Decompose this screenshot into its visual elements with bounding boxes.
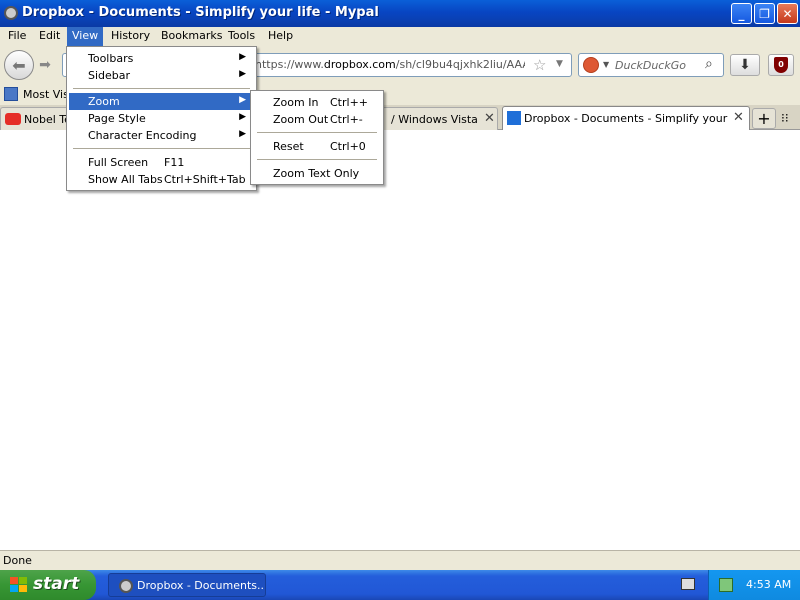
- menu-separator: [73, 148, 250, 149]
- new-tab-button[interactable]: +: [752, 108, 776, 129]
- page-content[interactable]: [0, 130, 800, 550]
- network-icon[interactable]: [719, 578, 733, 592]
- maximize-button[interactable]: ❐: [754, 3, 775, 24]
- close-window-button[interactable]: ✕: [777, 3, 798, 24]
- tab-nobel-tec[interactable]: Nobel Tec: [0, 107, 72, 130]
- shortcut-label: Ctrl+-: [330, 113, 363, 126]
- system-tray: 4:53 AM: [708, 570, 800, 600]
- mypal-icon: [4, 6, 18, 20]
- submenu-arrow-icon: ▶: [239, 112, 246, 122]
- title-bar[interactable]: Dropbox - Documents - Simplify your life…: [0, 0, 800, 27]
- submenu-arrow-icon: ▶: [239, 129, 246, 139]
- menu-separator: [73, 88, 250, 89]
- menu-help[interactable]: Help: [263, 27, 298, 46]
- taskbar-item-label: Dropbox - Documents...: [137, 579, 263, 592]
- menu-item-show-all-tabs[interactable]: Show All Tabs Ctrl+Shift+Tab: [69, 171, 254, 188]
- menu-file[interactable]: File: [3, 27, 31, 46]
- submenu-arrow-icon: ▶: [239, 95, 246, 105]
- start-label: start: [33, 574, 80, 594]
- menu-separator: [257, 159, 377, 160]
- shortcut-label: F11: [164, 156, 185, 169]
- menu-item-zoom-out[interactable]: Zoom Out Ctrl+-: [253, 111, 381, 128]
- menu-item-sidebar[interactable]: Sidebar ▶: [69, 67, 254, 84]
- menu-item-reset[interactable]: Reset Ctrl+0: [253, 138, 381, 155]
- menu-edit[interactable]: Edit: [34, 27, 65, 46]
- youtube-icon: [5, 113, 21, 125]
- tab-label: / Windows Vista /...: [391, 113, 479, 126]
- ublock-shield-icon: 0: [774, 57, 788, 73]
- url-dropdown-icon[interactable]: ▼: [556, 59, 563, 69]
- submenu-arrow-icon: ▶: [239, 69, 246, 79]
- search-placeholder[interactable]: DuckDuckGo: [615, 59, 686, 72]
- start-button[interactable]: start: [0, 570, 96, 600]
- dropbox-icon: [507, 111, 521, 125]
- shortcut-label: Ctrl+0: [330, 140, 366, 153]
- menu-tools[interactable]: Tools: [223, 27, 260, 46]
- windows-logo-icon: [10, 577, 28, 593]
- menu-item-zoom[interactable]: Zoom ▶: [69, 93, 254, 110]
- menu-item-page-style[interactable]: Page Style ▶: [69, 110, 254, 127]
- ublock-button[interactable]: 0: [768, 54, 794, 76]
- close-tab-icon[interactable]: ✕: [484, 111, 495, 126]
- url-text[interactable]: https://www.dropbox.com/sh/cl9bu4qjxhk2l…: [255, 58, 525, 71]
- menu-item-toolbars[interactable]: Toolbars ▶: [69, 50, 254, 67]
- menu-history[interactable]: History: [106, 27, 155, 46]
- download-arrow-icon: ⬇: [739, 57, 751, 73]
- list-all-tabs-icon[interactable]: ⁝⁝: [781, 111, 789, 125]
- search-icon[interactable]: ⌕: [705, 56, 713, 72]
- menu-item-character-encoding[interactable]: Character Encoding ▶: [69, 127, 254, 144]
- clock[interactable]: 4:53 AM: [746, 578, 791, 591]
- forward-button[interactable]: ➡: [36, 56, 54, 74]
- menu-bookmarks[interactable]: Bookmarks: [156, 27, 227, 46]
- duckduckgo-icon[interactable]: [583, 57, 599, 73]
- submenu-arrow-icon: ▶: [239, 52, 246, 62]
- back-arrow-icon: ⬅: [12, 55, 26, 75]
- view-menu: Toolbars ▶ Sidebar ▶ Zoom ▶ Page Style ▶…: [66, 46, 257, 191]
- bookmark-star-icon[interactable]: ☆: [533, 56, 546, 74]
- menu-bar: File Edit View History Bookmarks Tools H…: [0, 27, 800, 46]
- keyboard-icon[interactable]: [681, 578, 695, 590]
- downloads-button[interactable]: ⬇: [730, 54, 760, 76]
- search-box[interactable]: ▼ DuckDuckGo ⌕: [578, 53, 724, 77]
- search-engine-dropdown-icon[interactable]: ▼: [603, 60, 609, 69]
- taskbar: start Dropbox - Documents... 4:53 AM: [0, 570, 800, 600]
- tab-dropbox[interactable]: Dropbox - Documents - Simplify your life…: [502, 106, 750, 130]
- close-tab-icon[interactable]: ✕: [733, 110, 744, 125]
- menu-separator: [257, 132, 377, 133]
- forward-arrow-icon: ➡: [39, 57, 51, 73]
- status-bar: Done: [0, 550, 800, 570]
- menu-item-full-screen[interactable]: Full Screen F11: [69, 154, 254, 171]
- mypal-icon: [119, 579, 133, 593]
- minimize-button[interactable]: _: [731, 3, 752, 24]
- window-title: Dropbox - Documents - Simplify your life…: [22, 5, 379, 20]
- tab-label: Nobel Tec: [24, 113, 70, 126]
- back-button[interactable]: ⬅: [4, 50, 34, 80]
- menu-item-zoom-text-only[interactable]: Zoom Text Only: [253, 165, 381, 182]
- shortcut-label: Ctrl+Shift+Tab: [164, 173, 246, 186]
- shortcut-label: Ctrl++: [330, 96, 369, 109]
- status-text: Done: [3, 554, 32, 567]
- menu-item-zoom-in[interactable]: Zoom In Ctrl++: [253, 94, 381, 111]
- taskbar-item-mypal[interactable]: Dropbox - Documents...: [108, 573, 266, 597]
- zoom-submenu: Zoom In Ctrl++ Zoom Out Ctrl+- Reset Ctr…: [250, 90, 384, 185]
- most-visited-icon[interactable]: [4, 87, 18, 101]
- tab-windows-vista[interactable]: / Windows Vista /... ✕: [382, 107, 498, 130]
- tab-label: Dropbox - Documents - Simplify your life: [524, 112, 729, 125]
- plus-icon: +: [757, 109, 771, 128]
- menu-view[interactable]: View: [67, 27, 104, 46]
